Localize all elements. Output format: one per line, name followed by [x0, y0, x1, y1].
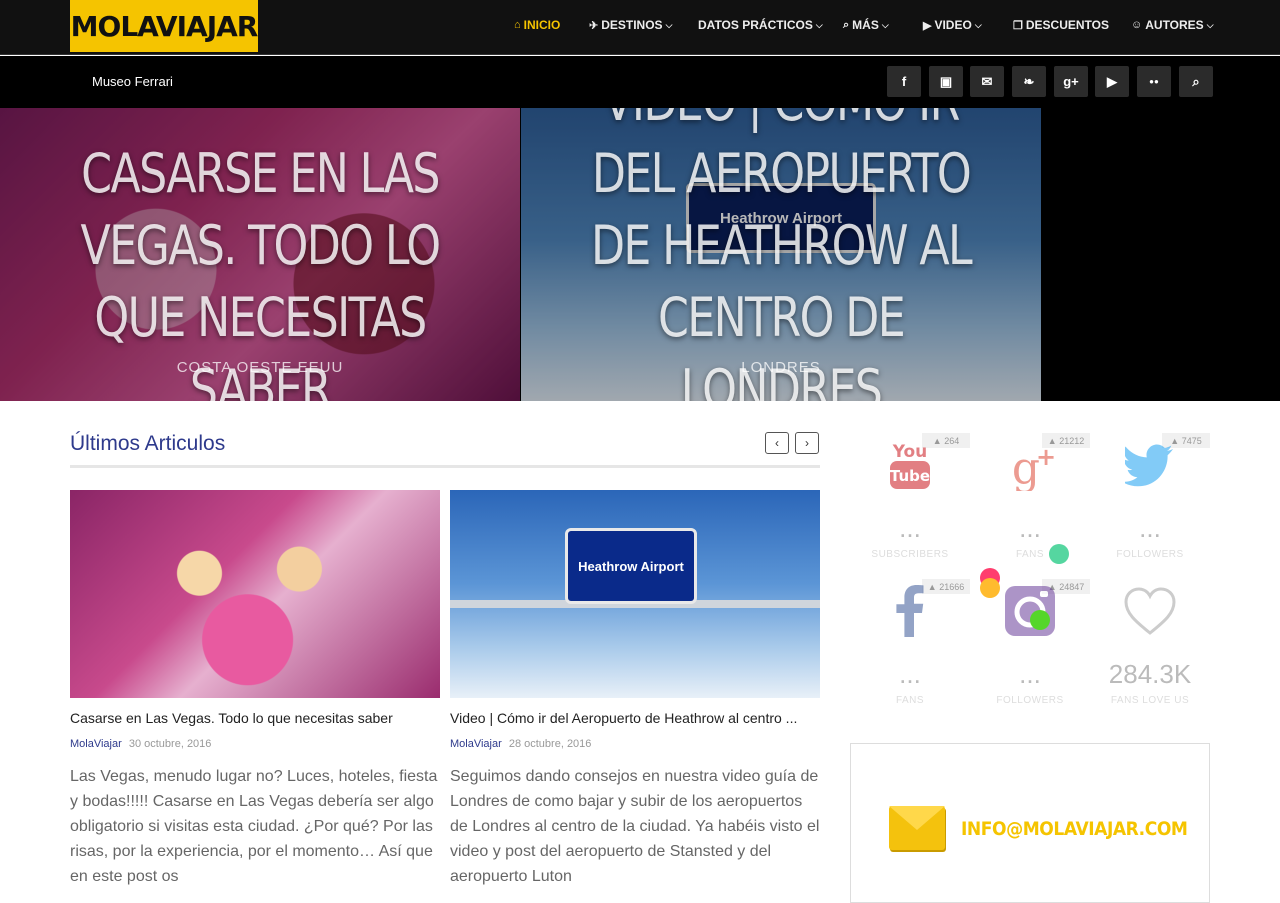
email-address[interactable]: INFO@MOLAVIAJAR.COM: [961, 818, 1188, 840]
nav-label: VIDEO: [934, 18, 972, 32]
nav-label: DESTINOS: [601, 18, 663, 32]
article-title[interactable]: Casarse en Las Vegas. Todo lo que necesi…: [70, 710, 440, 726]
nav-item-destinos[interactable]: ✈ DESTINOS ⌵: [589, 17, 672, 33]
counter-value: 284.3K: [1108, 659, 1192, 689]
instagram-icon[interactable]: ▣: [929, 66, 963, 97]
article-meta: MolaViajar 28 octubre, 2016: [450, 738, 820, 750]
site-logo[interactable]: MOLAVIAJAR: [70, 0, 258, 52]
carousel-prev-button[interactable]: ‹: [765, 432, 789, 454]
facebook-icon: [850, 585, 970, 637]
article-card: Casarse en Las Vegas. Todo lo que necesi…: [70, 490, 440, 889]
counter-label: SUBSCRIBERS: [871, 549, 949, 560]
counter-value: ...: [1019, 659, 1041, 689]
article-author[interactable]: MolaViajar: [70, 738, 122, 750]
article-date: 30 octubre, 2016: [128, 738, 212, 750]
home-icon: ⌂: [514, 19, 521, 31]
youtube-play-icon: ▶: [923, 19, 932, 32]
airport-sign-text: Heathrow Airport: [578, 559, 684, 574]
latest-articles-heading: Últimos Articulos: [70, 432, 226, 455]
heart-icon: [1090, 585, 1210, 637]
nav-item-inicio[interactable]: ⌂ INICIO: [514, 17, 560, 33]
nav-item-video[interactable]: ▶ VIDEO ⌵: [923, 17, 982, 33]
counter-instagram[interactable]: ▲ 24847 ... FOLLOWERS: [970, 579, 1090, 709]
chevron-down-icon: ⌵: [1206, 19, 1214, 30]
counter-label: FANS: [1015, 549, 1045, 560]
svg-text:+: +: [1036, 443, 1056, 471]
article-date: 28 octubre, 2016: [508, 738, 592, 750]
flickr-icon[interactable]: ●●: [1137, 66, 1171, 97]
counter-label: FOLLOWERS: [1116, 549, 1184, 560]
envelope-icon[interactable]: ✉: [970, 66, 1004, 97]
chevron-down-icon: ⌵: [974, 19, 982, 30]
article-title[interactable]: Video | Cómo ir del Aeropuerto de Heathr…: [450, 710, 820, 726]
counter-value: ...: [1019, 513, 1041, 543]
svg-text:Tube: Tube: [890, 467, 930, 485]
nav-label: INICIO: [523, 18, 561, 32]
counter-facebook[interactable]: ▲ 21666 ... FANS: [850, 579, 970, 709]
counter-label: FANS: [895, 695, 925, 706]
top-navbar: MOLAVIAJAR ⌂ INICIO ✈ DESTINOS ⌵ DATOS P…: [0, 0, 1280, 55]
floating-dot: [1030, 610, 1050, 630]
section-divider: [70, 465, 820, 468]
article-thumbnail[interactable]: [70, 490, 440, 698]
article-thumbnail[interactable]: Heathrow Airport: [450, 490, 820, 698]
chevron-down-icon: ⌵: [815, 19, 823, 30]
twitter-bird-icon: [1090, 439, 1210, 491]
hero-slide-london[interactable]: Heathrow Airport Video | Cómo ir del Aer…: [521, 108, 1041, 401]
hero-slide-category[interactable]: Costa Oeste EEUU: [0, 359, 520, 376]
news-ticker[interactable]: Museo Ferrari: [92, 74, 173, 89]
counter-twitter[interactable]: ▲ 7475 ... FOLLOWERS: [1090, 433, 1210, 563]
counter-label: FOLLOWERS: [996, 695, 1064, 706]
floating-dot: [980, 578, 1000, 598]
hero-slide-category[interactable]: Londres: [521, 359, 1041, 376]
google-plus-icon[interactable]: g+: [1054, 66, 1088, 97]
counter-value: ...: [1139, 513, 1161, 543]
counter-youtube[interactable]: ▲ 264 You Tube ... SUBSCRIBERS: [850, 433, 970, 563]
youtube-icon: You Tube: [850, 439, 970, 491]
counter-value: ...: [899, 513, 921, 543]
facebook-icon[interactable]: f: [887, 66, 921, 97]
hero-slider: Casarse en Las Vegas. Todo lo que necesi…: [0, 108, 1280, 401]
counter-label: FANS LOVE US: [1110, 695, 1190, 706]
nav-item-datos-practicos[interactable]: DATOS PRÁCTICOS ⌵: [698, 17, 823, 33]
email-banner[interactable]: INFO@MOLAVIAJAR.COM: [850, 743, 1210, 903]
hero-slide-vegas[interactable]: Casarse en Las Vegas. Todo lo que necesi…: [0, 108, 520, 401]
hero-slide-title[interactable]: Video | Cómo ir del Aeropuerto de Heathr…: [584, 108, 978, 401]
search-icon[interactable]: ⌕: [1179, 66, 1213, 97]
nav-label: MÁS: [852, 18, 879, 32]
counter-value: ...: [899, 659, 921, 689]
nav-label: DESCUENTOS: [1025, 18, 1110, 32]
article-excerpt: Seguimos dando consejos en nuestra video…: [450, 768, 820, 885]
google-plus-icon: g +: [970, 439, 1090, 491]
nav-label: AUTORES: [1145, 18, 1204, 32]
airport-sign: Heathrow Airport: [565, 528, 697, 604]
article-excerpt: Las Vegas, menudo lugar no? Luces, hotel…: [70, 768, 438, 885]
counter-love[interactable]: 284.3K FANS LOVE US: [1090, 579, 1210, 709]
nav-item-mas[interactable]: ⌕ MÁS ⌵: [843, 17, 889, 33]
search-icon: ⌕: [843, 18, 850, 31]
article-card: Heathrow Airport Video | Cómo ir del Aer…: [450, 490, 820, 889]
youtube-icon[interactable]: ▶: [1095, 66, 1129, 97]
floating-dot: [1049, 544, 1069, 564]
chevron-down-icon: ⌵: [665, 19, 673, 30]
twitter-icon[interactable]: ❧: [1012, 66, 1046, 97]
users-icon: ☺: [1131, 19, 1143, 31]
nav-item-autores[interactable]: ☺ AUTORES ⌵: [1131, 17, 1214, 33]
plane-icon: ✈: [589, 19, 599, 32]
nav-item-descuentos[interactable]: ❐ DESCUENTOS: [1013, 17, 1109, 33]
counter-google-plus[interactable]: ▲ 21212 g + ... FANS: [970, 433, 1090, 563]
article-author[interactable]: MolaViajar: [450, 738, 502, 750]
chevron-down-icon: ⌵: [881, 19, 889, 30]
envelope-icon: [889, 806, 945, 850]
gift-icon: ❐: [1013, 19, 1023, 32]
carousel-next-button[interactable]: ›: [795, 432, 819, 454]
svg-text:You: You: [892, 442, 928, 462]
nav-label: DATOS PRÁCTICOS: [698, 18, 813, 32]
secondary-bar: Museo Ferrari f ▣ ✉ ❧ g+ ▶ ●● ⌕: [0, 56, 1280, 108]
article-meta: MolaViajar 30 octubre, 2016: [70, 738, 440, 750]
logo-text: MOLAVIAJAR: [70, 9, 259, 43]
